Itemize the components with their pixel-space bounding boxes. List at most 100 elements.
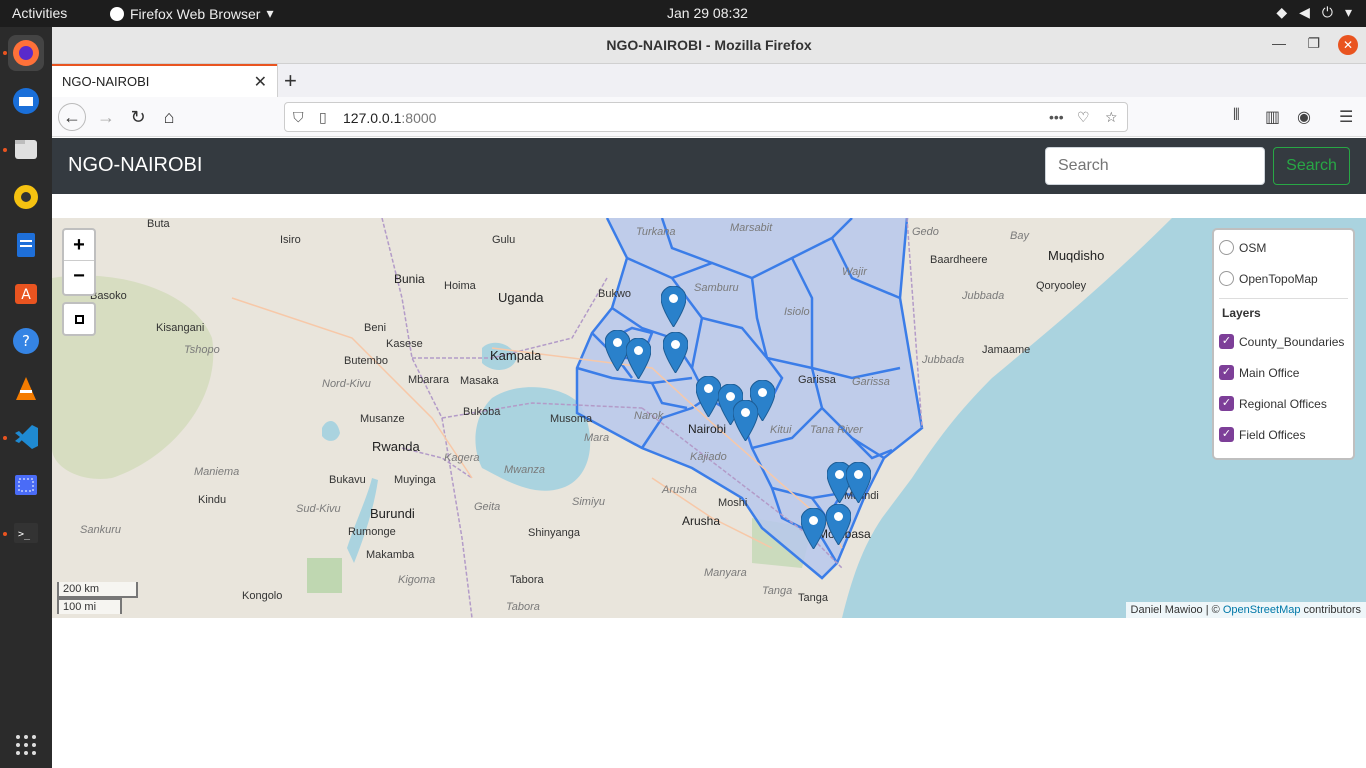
map-view[interactable]: Buta Isiro Gulu Bunia Hoima Uganda Basok… — [52, 218, 1366, 618]
office-marker[interactable] — [663, 332, 688, 373]
office-marker[interactable] — [661, 286, 686, 327]
dock-writer[interactable] — [8, 227, 44, 263]
menu-icon[interactable]: ☰ — [1339, 107, 1353, 127]
dock-terminal[interactable]: >_ — [8, 515, 44, 551]
scale-bar: 200 km 100 mi — [57, 582, 138, 614]
place-label: Kindu — [198, 494, 227, 506]
office-marker[interactable] — [801, 508, 826, 549]
home-button[interactable]: ⌂ — [157, 105, 181, 129]
office-marker[interactable] — [733, 400, 758, 441]
osm-link[interactable]: OpenStreetMap — [1223, 604, 1301, 616]
place-label: Bunia — [394, 272, 425, 286]
firefox-icon — [110, 6, 124, 21]
place-label: Tabora — [510, 574, 544, 586]
place-label: Shinyanga — [528, 527, 580, 539]
dock-screenshot[interactable] — [8, 467, 44, 503]
minimize-button[interactable]: — — [1272, 35, 1286, 51]
map-attribution: Daniel Mawioo | © OpenStreetMap contribu… — [1125, 602, 1366, 618]
help-icon: ? — [13, 328, 39, 354]
place-label: Simiyu — [572, 496, 606, 508]
place-label: Musoma — [550, 413, 593, 425]
dock-help[interactable]: ? — [8, 323, 44, 359]
radio-button[interactable] — [1219, 271, 1234, 286]
library-icon[interactable]: ⫴ — [1233, 107, 1240, 125]
place-label: Makamba — [366, 549, 415, 561]
search-input[interactable] — [1045, 147, 1265, 185]
window-title: NGO-NAIROBI - Mozilla Firefox — [606, 37, 812, 53]
bookmark-star-icon[interactable]: ☆ — [1105, 109, 1118, 126]
place-label: Gedo — [912, 226, 939, 238]
reload-button[interactable]: ↻ — [126, 105, 150, 129]
show-apps-button[interactable] — [8, 727, 44, 763]
firefox-icon — [13, 40, 39, 66]
rhythmbox-icon — [14, 185, 38, 209]
place-label: Garissa — [798, 374, 836, 386]
place-label: Kigoma — [398, 574, 436, 586]
place-label: Muyinga — [394, 474, 436, 486]
checkbox-checked-icon[interactable]: ✓ — [1219, 427, 1234, 442]
more-actions-icon[interactable]: ••• — [1049, 109, 1064, 125]
dock-software[interactable]: A — [8, 275, 44, 311]
place-label: Bukoba — [463, 406, 501, 418]
running-indicator — [3, 51, 7, 55]
office-marker[interactable] — [846, 462, 871, 503]
sidebar-icon[interactable]: ▥ — [1265, 107, 1280, 127]
overlay-regional-offices[interactable]: ✓ Regional Offices — [1219, 396, 1327, 411]
basemap-option-opentopomap[interactable]: OpenTopoMap — [1219, 271, 1318, 286]
overlay-main-office[interactable]: ✓ Main Office — [1219, 365, 1299, 380]
page-info-icon[interactable]: ▯ — [319, 109, 327, 126]
checkbox-checked-icon[interactable]: ✓ — [1219, 396, 1234, 411]
maximize-button[interactable]: ❐ — [1307, 35, 1320, 52]
overlay-county-boundaries[interactable]: ✓ County_Boundaries — [1219, 334, 1344, 349]
place-label: Mwanza — [504, 464, 545, 476]
dock-files[interactable] — [8, 131, 44, 167]
place-label: Tabora — [506, 601, 540, 613]
place-label: Jamaame — [982, 344, 1031, 356]
clock[interactable]: Jan 29 08:32 — [667, 5, 748, 21]
fullscreen-button[interactable] — [62, 302, 96, 336]
search-button[interactable]: Search — [1273, 147, 1350, 185]
checkbox-checked-icon[interactable]: ✓ — [1219, 334, 1234, 349]
office-marker[interactable] — [826, 504, 851, 545]
dock-rhythmbox[interactable] — [8, 179, 44, 215]
close-tab-icon[interactable]: ✕ — [254, 72, 267, 92]
shield-icon[interactable]: ⛉ — [293, 109, 304, 126]
software-store-icon: A — [15, 284, 37, 304]
new-tab-button[interactable]: + — [284, 68, 297, 94]
dock-vlc[interactable] — [8, 371, 44, 407]
activities-button[interactable]: Activities — [12, 5, 67, 21]
close-window-button[interactable]: ✕ — [1338, 35, 1358, 55]
place-label: Isiolo — [784, 306, 810, 318]
url-bar[interactable]: ⛉ ▯ 127.0.0.1:8000 ••• ♡ ☆ — [284, 102, 1128, 132]
place-label: Masaka — [460, 375, 499, 387]
place-label: Moshi — [718, 497, 748, 509]
zoom-in-button[interactable]: + — [64, 230, 94, 261]
dock-firefox[interactable] — [8, 35, 44, 71]
tab-ngo-nairobi[interactable]: NGO-NAIROBI ✕ — [52, 64, 277, 97]
grid-icon — [16, 735, 36, 755]
tab-title: NGO-NAIROBI — [62, 74, 150, 89]
place-label: Rwanda — [372, 439, 420, 454]
dock-thunderbird[interactable] — [8, 83, 44, 119]
dock-vscode[interactable] — [8, 419, 44, 455]
office-marker[interactable] — [626, 338, 651, 379]
site-navbar: NGO-NAIROBI Search — [52, 138, 1366, 194]
pocket-icon[interactable]: ♡ — [1077, 109, 1090, 126]
site-brand[interactable]: NGO-NAIROBI — [68, 154, 202, 177]
forward-button[interactable]: → — [94, 105, 118, 129]
place-label: Bukwo — [598, 288, 632, 300]
back-button[interactable]: ← — [58, 103, 86, 131]
system-tray[interactable]: ◆ ◀ ⏻ ▾ — [1276, 4, 1352, 21]
url-text[interactable]: 127.0.0.1:8000 — [343, 110, 436, 126]
place-label: Muqdisho — [1048, 248, 1105, 263]
scale-km: 200 km — [57, 582, 138, 598]
basemap-option-osm[interactable]: OSM — [1219, 240, 1266, 255]
overlay-field-offices[interactable]: ✓ Field Offices — [1219, 427, 1305, 442]
account-icon[interactable]: ◉ — [1297, 107, 1311, 127]
checkbox-checked-icon[interactable]: ✓ — [1219, 365, 1234, 380]
zoom-out-button[interactable]: − — [64, 261, 94, 292]
place-label: Kisangani — [156, 322, 205, 334]
layers-header: Layers — [1222, 306, 1261, 320]
app-menu[interactable]: Firefox Web Browser ▾ — [110, 5, 273, 22]
radio-button[interactable] — [1219, 240, 1234, 255]
